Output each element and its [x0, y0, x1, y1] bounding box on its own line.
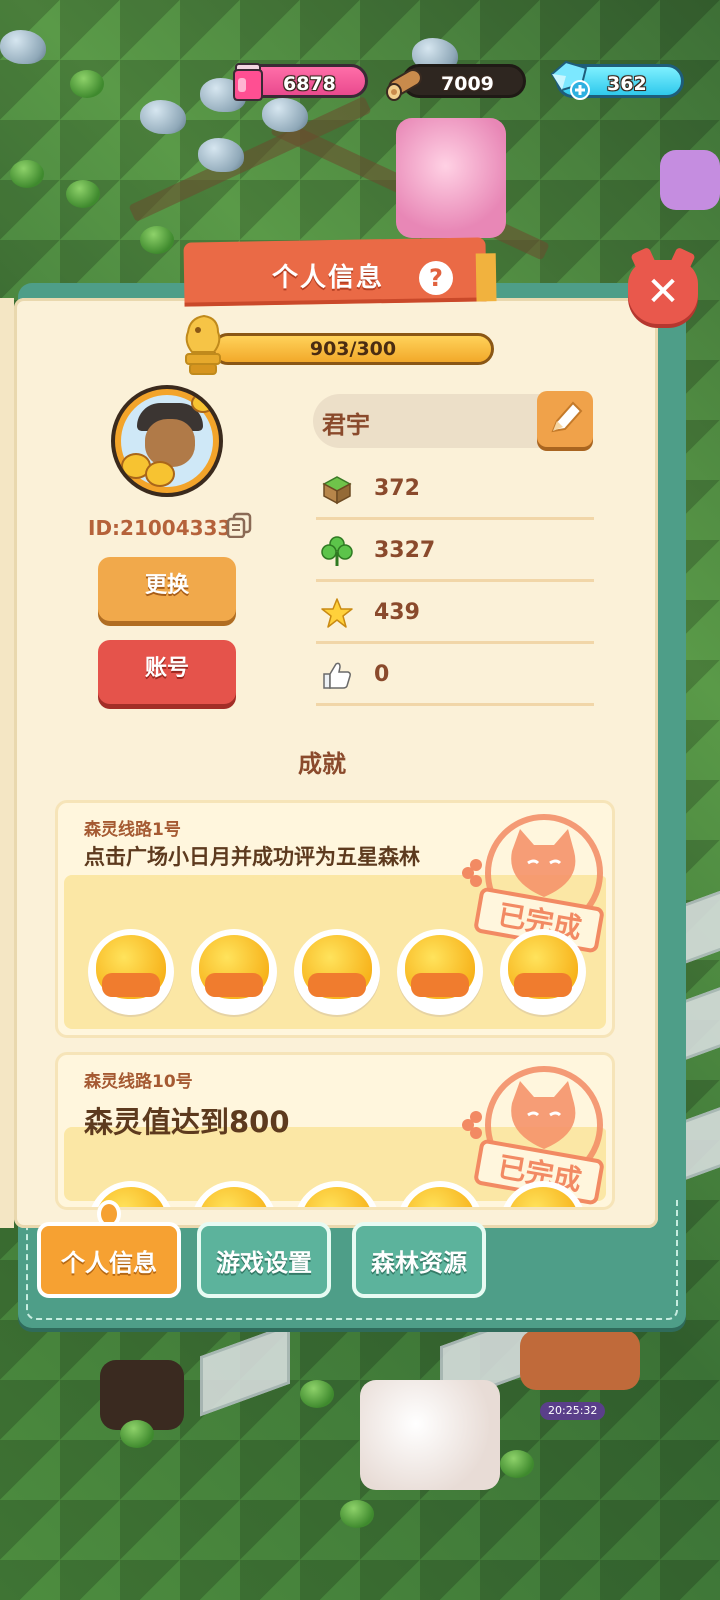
gem-resource-value: 362: [607, 73, 647, 95]
reward-item: [397, 929, 483, 1015]
tab-profile[interactable]: 个人信息: [37, 1222, 181, 1298]
stat-row-grass: 372: [316, 458, 594, 520]
ink-resource-value: 6878: [283, 73, 336, 95]
close-icon: ✕: [646, 269, 680, 315]
tab-game-settings[interactable]: 游戏设置: [197, 1222, 331, 1298]
achievement-description: 森灵值达到800: [84, 1105, 290, 1139]
account-button[interactable]: 账号: [98, 640, 236, 704]
achievement-subtitle: 森灵线路10号: [84, 1072, 193, 1092]
user-id: ID:21004333: [88, 516, 232, 540]
achievement-card[interactable]: 森灵线路10号 森灵值达到800 已完成: [55, 1052, 615, 1210]
stat-row-clover: 3327: [316, 520, 594, 582]
achievement-description: 点击广场小日月并成功评为五星森林: [84, 845, 420, 869]
stat-value-star: 439: [374, 600, 420, 625]
stat-row-star: 439: [316, 582, 594, 644]
thumbs-up-icon: [323, 662, 351, 689]
stat-row-likes: 0: [316, 644, 594, 706]
achievement-card[interactable]: 森灵线路1号 点击广场小日月并成功评为五星森林 已完成: [55, 800, 615, 1038]
close-button[interactable]: ✕: [628, 260, 698, 324]
copy-icon[interactable]: [226, 512, 252, 538]
trophy-statue-icon: [185, 314, 221, 375]
reward-item: [294, 929, 380, 1015]
reward-item: [191, 929, 277, 1015]
edit-name-button[interactable]: [537, 391, 593, 447]
pencil-icon: [551, 401, 583, 433]
reward-item: [88, 929, 174, 1015]
player-avatar[interactable]: [111, 385, 223, 497]
achievement-subtitle: 森灵线路1号: [84, 820, 181, 840]
star-icon: [321, 598, 353, 628]
stat-value-grass: 372: [374, 476, 420, 501]
clover-icon: [321, 536, 353, 566]
tab-forest-resources[interactable]: 森林资源: [352, 1222, 486, 1298]
level-progress-text: 903/300: [309, 338, 397, 360]
player-name: 君宇: [322, 411, 370, 439]
blue-gem-plus-icon[interactable]: [546, 56, 590, 100]
page-left-edge: [0, 298, 14, 1228]
stat-value-clover: 3327: [374, 538, 436, 563]
change-avatar-button[interactable]: 更换: [98, 557, 236, 621]
panel-title: 个人信息: [272, 263, 385, 293]
achievements-heading: 成就: [298, 750, 346, 778]
game-clock: 20:25:32: [540, 1402, 606, 1420]
wood-resource-value: 7009: [441, 73, 494, 95]
help-button[interactable]: ?: [419, 261, 453, 295]
grass-block-icon: [322, 476, 352, 505]
stat-value-likes: 0: [374, 662, 390, 687]
ink-jar-icon: [233, 63, 263, 101]
reward-item: [500, 929, 586, 1015]
level-progress-bar: 903/300: [212, 333, 494, 365]
wood-log-icon: [386, 69, 422, 101]
